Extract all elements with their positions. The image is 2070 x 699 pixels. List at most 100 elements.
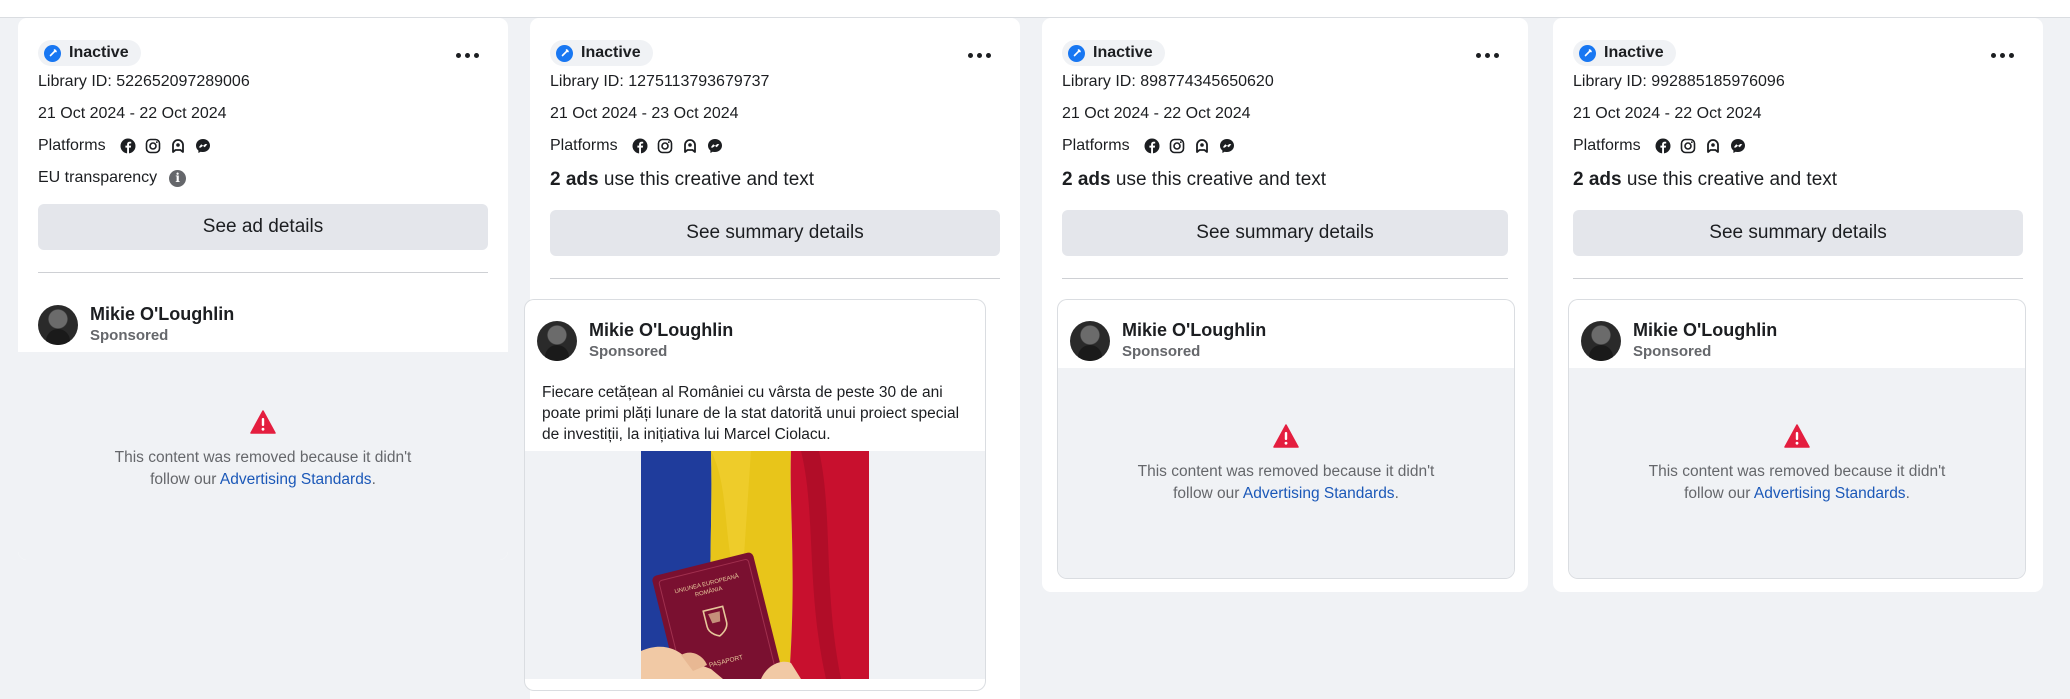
ads-count-row: 2 ads use this creative and text (550, 162, 1000, 198)
date-range: 21 Oct 2024 - 23 Oct 2024 (550, 105, 739, 122)
avatar[interactable] (1070, 321, 1110, 361)
advertising-standards-link[interactable]: Advertising Standards (220, 471, 372, 488)
more-options-icon[interactable] (1472, 48, 1502, 62)
advertiser-name[interactable]: Mikie O'Loughlin (1122, 319, 1266, 341)
date-range: 21 Oct 2024 - 22 Oct 2024 (1062, 105, 1251, 122)
removed-message: This content was removed because it didn… (1637, 461, 1957, 505)
library-id: Library ID: 992885185976096 (1573, 73, 1785, 90)
date-range: 21 Oct 2024 - 22 Oct 2024 (1573, 105, 1762, 122)
instagram-icon (657, 138, 674, 155)
facebook-icon (632, 138, 649, 155)
divider (1062, 278, 1508, 279)
checkmark-badge-icon (1579, 44, 1596, 62)
platforms-row: Platforms (1062, 130, 1508, 162)
date-range: 21 Oct 2024 - 22 Oct 2024 (38, 105, 227, 122)
more-options-icon[interactable] (964, 48, 994, 62)
info-icon[interactable]: i (169, 169, 187, 187)
platforms-row: Platforms (38, 130, 488, 162)
advertiser-name[interactable]: Mikie O'Loughlin (1633, 319, 1777, 341)
ad-preview: Mikie O'Loughlin Sponsored Fiecare cetăț… (525, 300, 985, 690)
ad-card: Inactive Library ID: 1275113793679737 21… (525, 18, 1020, 699)
ads-text: use this creative and text (603, 169, 815, 190)
platforms-row: Platforms (550, 130, 1000, 162)
removed-content-notice: This content was removed because it didn… (1569, 368, 2025, 578)
advertising-standards-link[interactable]: Advertising Standards (1243, 485, 1395, 502)
status-label: Inactive (1604, 44, 1664, 61)
checkmark-badge-icon (44, 44, 61, 62)
messenger-icon (1730, 138, 1747, 155)
platforms-label: Platforms (38, 137, 106, 154)
messenger-icon (195, 138, 212, 155)
checkmark-badge-icon (1068, 44, 1085, 62)
ads-count: 2 ads (550, 169, 599, 190)
messenger-icon (1219, 138, 1236, 155)
ad-card: Inactive Library ID: 522652097289006 21 … (18, 18, 508, 560)
eu-transparency-label: EU transparency (38, 169, 158, 186)
avatar[interactable] (1581, 321, 1621, 361)
warning-icon (1273, 424, 1299, 453)
divider (550, 278, 1000, 279)
library-id: Library ID: 1275113793679737 (550, 73, 770, 90)
platforms-label: Platforms (1573, 137, 1641, 154)
advertiser-name[interactable]: Mikie O'Loughlin (90, 303, 234, 325)
ad-preview: Mikie O'Loughlin Sponsored This content … (1569, 300, 2025, 578)
audience-network-icon (682, 138, 699, 155)
library-id: Library ID: 522652097289006 (38, 73, 250, 90)
instagram-icon (1680, 138, 1697, 155)
avatar[interactable] (38, 305, 78, 345)
ads-text: use this creative and text (1115, 169, 1327, 190)
divider (1573, 278, 2023, 279)
library-id: Library ID: 898774345650620 (1062, 73, 1274, 90)
platforms-row: Platforms (1573, 130, 2023, 162)
ad-preview: Mikie O'Loughlin Sponsored This content … (1058, 300, 1514, 578)
see-summary-details-button[interactable]: See summary details (550, 210, 1000, 256)
removed-end: . (1394, 485, 1399, 502)
status-label: Inactive (581, 44, 641, 61)
status-badge: Inactive (1573, 40, 1676, 66)
ad-preview: Mikie O'Loughlin Sponsored This content … (18, 290, 508, 560)
warning-icon (250, 410, 276, 439)
ads-count: 2 ads (1573, 169, 1622, 190)
see-summary-details-button[interactable]: See summary details (1062, 210, 1508, 256)
removed-content-notice: This content was removed because it didn… (18, 352, 508, 560)
top-bar (0, 0, 2070, 18)
platforms-label: Platforms (550, 137, 618, 154)
audience-network-icon (170, 138, 187, 155)
more-options-icon[interactable] (1987, 48, 2017, 62)
status-label: Inactive (1093, 44, 1153, 61)
facebook-icon (1655, 138, 1672, 155)
sponsored-label: Sponsored (1633, 343, 1712, 360)
instagram-icon (1169, 138, 1186, 155)
ad-image-area: UNIUNEA EUROPEANĂ ROMÂNIA PAȘAPORT (525, 451, 985, 679)
platforms-label: Platforms (1062, 137, 1130, 154)
removed-end: . (1905, 485, 1910, 502)
see-ad-details-button[interactable]: See ad details (38, 204, 488, 250)
audience-network-icon (1705, 138, 1722, 155)
divider (38, 272, 488, 273)
facebook-icon (120, 138, 137, 155)
removed-end: . (371, 471, 376, 488)
sponsored-label: Sponsored (589, 343, 668, 360)
sponsored-label: Sponsored (90, 327, 169, 344)
status-label: Inactive (69, 44, 129, 61)
ads-count: 2 ads (1062, 169, 1111, 190)
audience-network-icon (1194, 138, 1211, 155)
ad-card: Inactive Library ID: 992885185976096 21 … (1553, 18, 2043, 592)
advertising-standards-link[interactable]: Advertising Standards (1754, 485, 1906, 502)
more-options-icon[interactable] (452, 48, 482, 62)
ads-count-row: 2 ads use this creative and text (1062, 162, 1508, 198)
ad-image[interactable]: UNIUNEA EUROPEANĂ ROMÂNIA PAȘAPORT (641, 451, 869, 679)
avatar[interactable] (537, 321, 577, 361)
ads-count-row: 2 ads use this creative and text (1573, 162, 2023, 198)
ad-card: Inactive Library ID: 898774345650620 21 … (1042, 18, 1528, 592)
removed-message: This content was removed because it didn… (103, 447, 423, 491)
advertiser-name[interactable]: Mikie O'Loughlin (589, 319, 733, 341)
instagram-icon (145, 138, 162, 155)
eu-transparency-row: EU transparency i (38, 162, 488, 194)
status-badge: Inactive (1062, 40, 1165, 66)
checkmark-badge-icon (556, 44, 573, 62)
warning-icon (1784, 424, 1810, 453)
messenger-icon (707, 138, 724, 155)
status-badge: Inactive (38, 40, 141, 66)
see-summary-details-button[interactable]: See summary details (1573, 210, 2023, 256)
